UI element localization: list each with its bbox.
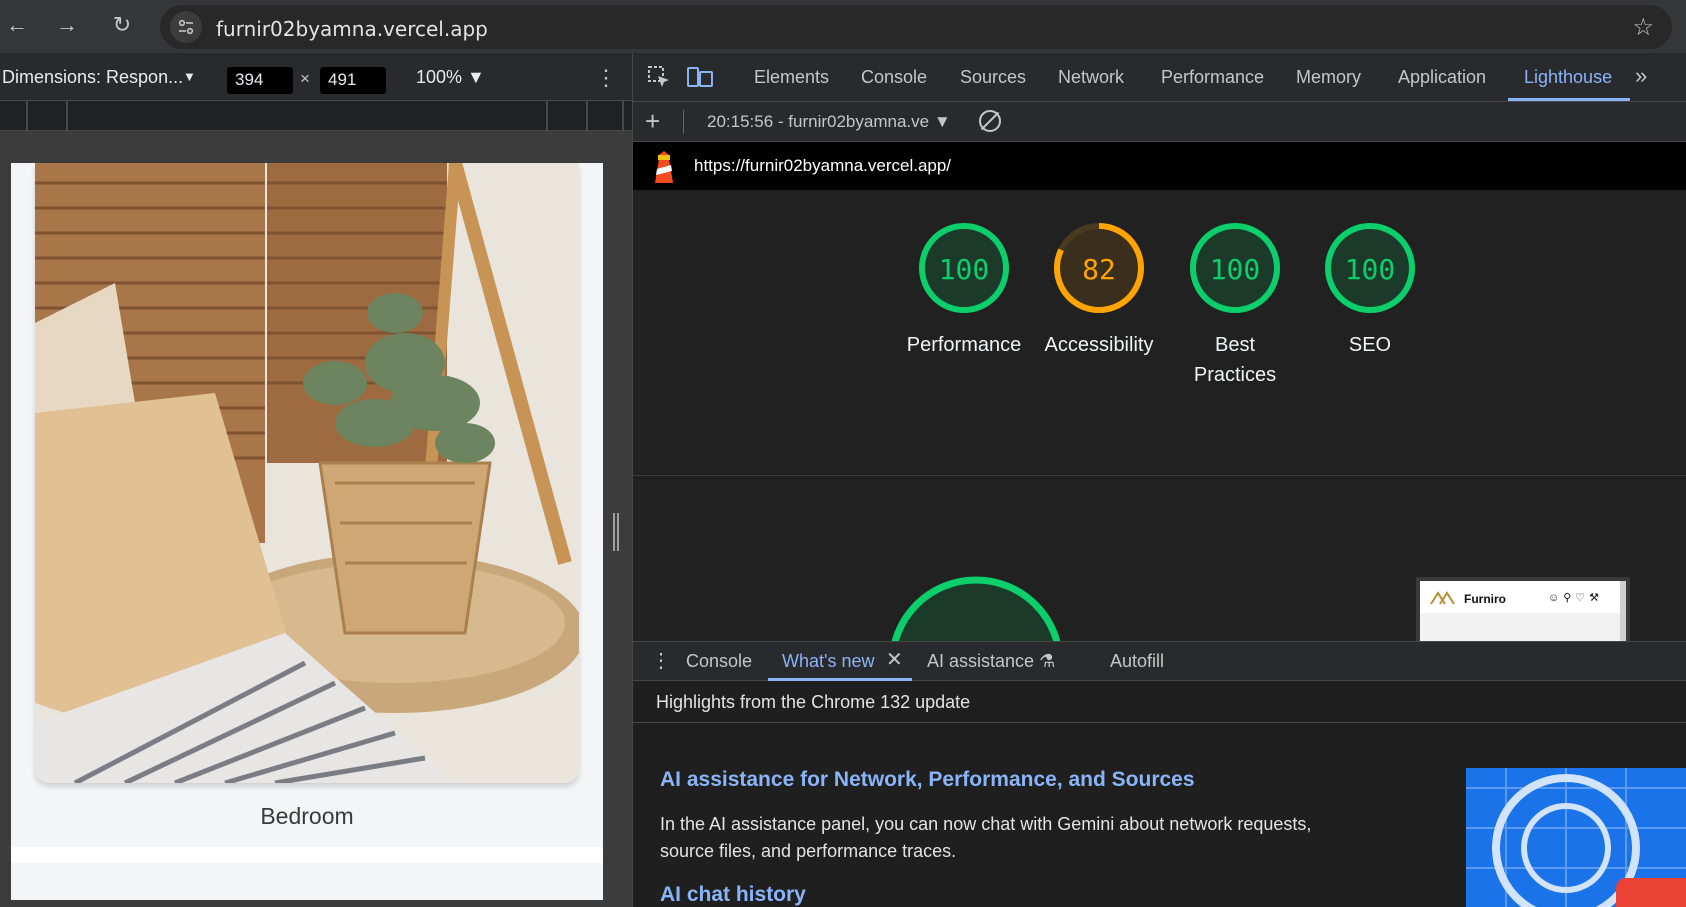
score-gauges: 100 Performance 82 Accessibility 100 Bes… [633, 190, 1686, 476]
feature-heading-link[interactable]: AI assistance for Network, Performance, … [660, 768, 1195, 792]
performance-gauge-ring: 100 [919, 223, 1009, 313]
ruler-tick[interactable] [26, 101, 28, 131]
tab-sources[interactable]: Sources [960, 67, 1026, 88]
bedroom-photo[interactable] [35, 163, 579, 783]
gauge-performance[interactable]: 100 Performance [899, 220, 1029, 360]
gauge-score-text: 100 [1210, 253, 1261, 286]
drawer-tab-autofill[interactable]: Autofill [1110, 651, 1164, 672]
furniro-logo-icon [1430, 591, 1455, 605]
audited-url[interactable]: https://furnir02byamna.vercel.app/ [694, 156, 951, 176]
device-viewport: Bedroom [11, 163, 603, 900]
tab-network[interactable]: Network [1058, 67, 1124, 88]
highlights-title: Highlights from the Chrome 132 update [656, 692, 971, 712]
gauge-label: Accessibility [1044, 334, 1154, 356]
drawer-tab-whats-new[interactable]: What's new [782, 651, 874, 672]
toolbar-divider [683, 110, 684, 134]
category-caption: Bedroom [260, 803, 354, 829]
devtools-tabbar: Elements Console Sources Network Perform… [633, 53, 1686, 102]
feature-heading-link-2[interactable]: AI chat history [660, 883, 806, 907]
device-toggle-icon[interactable] [687, 65, 713, 94]
ruler-tick[interactable] [586, 101, 588, 131]
bookmark-star-icon[interactable]: ☆ [1632, 13, 1654, 42]
tab-lighthouse[interactable]: Lighthouse [1524, 67, 1612, 88]
gauge-label: Best Practices [1170, 330, 1300, 390]
resize-handle[interactable] [613, 513, 619, 551]
gauge-label: Performance [906, 334, 1022, 356]
gauge-label-line2: Practices [1193, 364, 1277, 386]
gauge-seo[interactable]: 100 SEO [1305, 220, 1435, 360]
flask-icon: ⚗ [1039, 651, 1056, 671]
gauge-score-text: 100 [939, 253, 990, 286]
chevron-down-icon[interactable]: ▼ [183, 69, 196, 84]
ruler-tick[interactable] [622, 101, 624, 131]
best-practices-gauge-ring: 100 [1190, 223, 1280, 313]
clear-reports-icon[interactable] [979, 110, 1001, 132]
media-query-ruler [0, 101, 632, 131]
close-icon[interactable]: ✕ [886, 647, 903, 672]
report-selector-label: 20:15:56 - furnir02byamna.ve [707, 112, 930, 131]
drawer-tab-console[interactable]: Console [686, 651, 752, 672]
drawer-tab-ai-assistance[interactable]: AI assistance ⚗ [927, 651, 1055, 672]
more-options-icon[interactable]: ⋮ [595, 65, 617, 91]
url-text[interactable]: furnir02byamna.vercel.app [216, 17, 488, 41]
lighthouse-logo-icon [651, 151, 677, 188]
ruler-bar [0, 131, 632, 153]
thumbnail-nav-icons: ☺⚲♡⚒ [1548, 592, 1604, 604]
reload-icon[interactable]: ↻ [105, 8, 139, 42]
zoom-select[interactable]: 100% ▼ [416, 67, 485, 88]
device-toolbar: Dimensions: Respon... ▼ 394 × 491 100% ▼… [0, 53, 632, 101]
gauge-label: SEO [1348, 334, 1392, 356]
drawer-tabbar: ⋮ Console What's new ✕ AI assistance ⚗ A… [633, 641, 1686, 681]
device-emulation-pane: Dimensions: Respon... ▼ 394 × 491 100% ▼… [0, 53, 632, 907]
back-icon[interactable]: ← [0, 8, 34, 42]
height-input[interactable]: 491 [320, 67, 386, 94]
tab-performance[interactable]: Performance [1161, 67, 1264, 88]
tab-elements[interactable]: Elements [754, 67, 829, 88]
viewport-bottom [11, 847, 603, 863]
report-selector[interactable]: 20:15:56 - furnir02byamna.ve ▼ [707, 112, 951, 132]
tab-console[interactable]: Console [861, 67, 927, 88]
whats-new-body: AI assistance for Network, Performance, … [633, 723, 1686, 907]
gauge-best-practices[interactable]: 100 Best Practices [1170, 220, 1300, 390]
active-tab-indicator [1508, 98, 1630, 101]
gauge-score-text: 82 [1082, 253, 1116, 286]
gauge-score-text: 100 [1345, 253, 1396, 286]
lighthouse-url-bar: https://furnir02byamna.vercel.app/ [633, 142, 1686, 190]
gauge-label-line1: Best [1214, 334, 1256, 356]
lighthouse-toolbar: + 20:15:56 - furnir02byamna.ve ▼ [633, 102, 1686, 142]
drawer-tab-ai-label: AI assistance [927, 651, 1035, 671]
thumbnail-header: Furniro ☺⚲♡⚒ [1420, 581, 1626, 613]
feature-description: In the AI assistance panel, you can now … [660, 814, 1312, 861]
tab-memory[interactable]: Memory [1296, 67, 1361, 88]
forward-icon[interactable]: → [50, 8, 84, 42]
devtools-panel: Elements Console Sources Network Perform… [632, 53, 1686, 907]
thumbnail-brand: Furniro [1464, 592, 1506, 606]
address-bar[interactable]: furnir02byamna.vercel.app ☆ [160, 5, 1672, 49]
feature-illustration [1466, 768, 1686, 907]
more-tabs-icon[interactable]: » [1635, 63, 1647, 89]
drawer-menu-icon[interactable]: ⋮ [651, 648, 671, 673]
new-report-icon[interactable]: + [645, 106, 660, 137]
browser-toolbar: ← → ↻ furnir02byamna.vercel.app ☆ [0, 0, 1686, 53]
ruler-tick[interactable] [546, 101, 548, 131]
whats-new-header: Highlights from the Chrome 132 update [633, 681, 1686, 723]
width-input[interactable]: 394 [227, 67, 293, 94]
site-info-icon[interactable] [170, 11, 202, 43]
zoom-value: 100% [416, 67, 463, 87]
tab-application[interactable]: Application [1398, 67, 1486, 88]
accessibility-gauge-ring: 82 [1054, 223, 1144, 313]
seo-gauge-ring: 100 [1325, 223, 1415, 313]
dimensions-select[interactable]: Dimensions: Respon... [2, 67, 183, 88]
times-sign: × [300, 69, 310, 88]
ruler-tick[interactable] [66, 101, 68, 131]
gauge-accessibility[interactable]: 82 Accessibility [1034, 220, 1164, 360]
inspect-element-icon[interactable] [647, 65, 671, 94]
